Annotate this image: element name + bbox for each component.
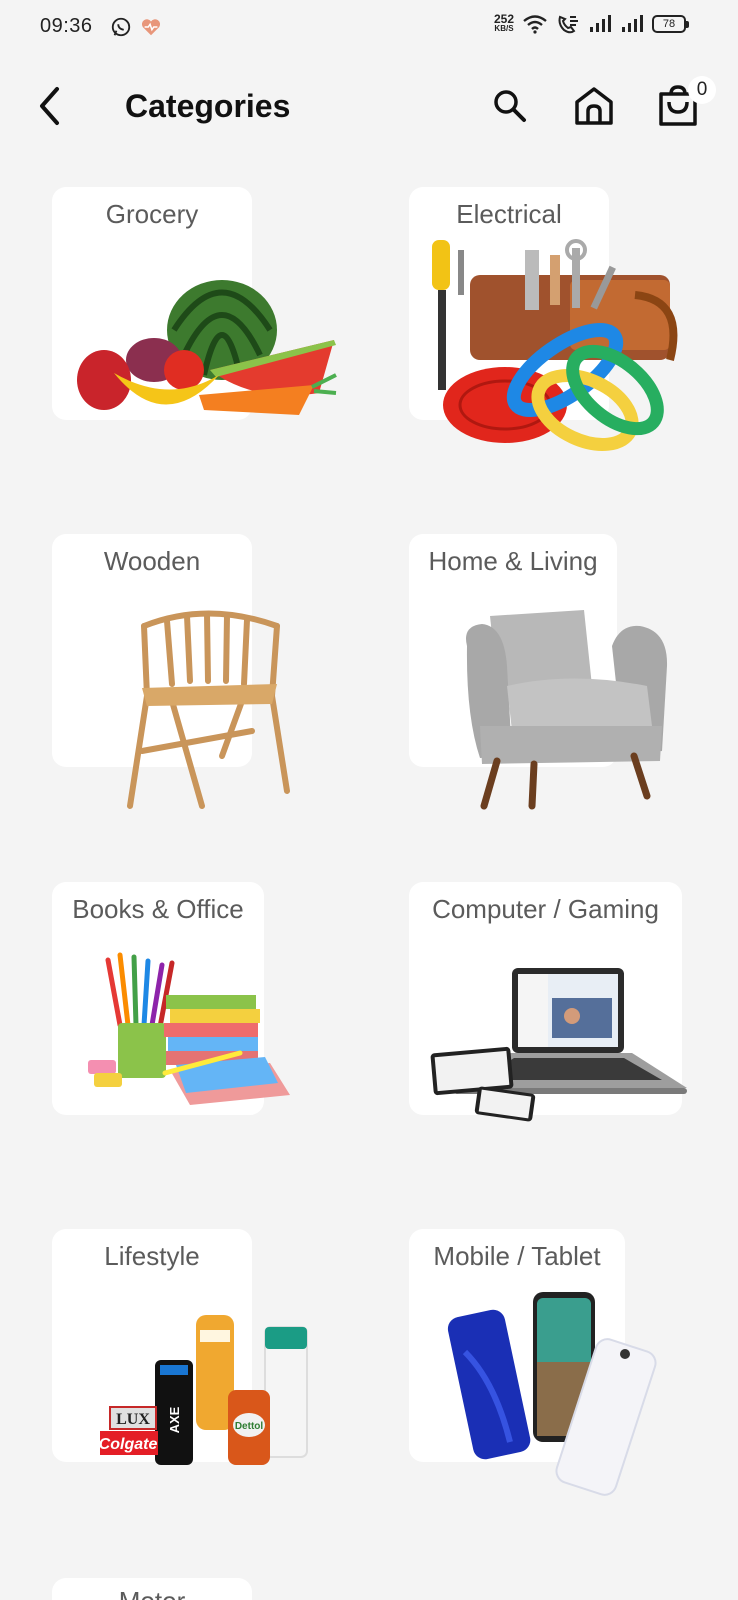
wooden-chair-image: [127, 610, 290, 809]
axe-text: AXE: [167, 1406, 182, 1433]
status-time: 09:36: [40, 15, 93, 37]
armchair-image: [466, 610, 668, 810]
signal-1-icon: [590, 15, 611, 32]
network-speed-value: 252: [493, 12, 514, 26]
battery-level: 78: [662, 18, 676, 30]
chevron-left-icon: [40, 87, 59, 125]
cart-count-badge: 0: [688, 76, 716, 104]
battery-indicator: 78: [652, 15, 689, 33]
home-button[interactable]: [570, 82, 618, 130]
whatsapp-icon: [111, 17, 131, 37]
category-card-motor[interactable]: Motor: [52, 1578, 252, 1600]
smartphones-image: [447, 1292, 657, 1496]
signal-2-icon: [622, 15, 643, 32]
health-heart-icon: [141, 19, 161, 36]
cart-button[interactable]: 0: [654, 76, 716, 130]
network-speed-unit: KB/S: [494, 24, 514, 33]
status-bar: 09:36 252 KB/S 78: [0, 0, 738, 56]
search-button[interactable]: [486, 82, 534, 130]
category-label: Electrical: [456, 199, 562, 229]
search-icon: [494, 90, 526, 122]
category-label: Lifestyle: [104, 1241, 200, 1271]
status-right-icons: 252 KB/S 78: [493, 12, 689, 34]
back-button[interactable]: [30, 84, 70, 128]
network-speed: 252 KB/S: [493, 12, 514, 34]
category-label: Books & Office: [72, 894, 244, 924]
lux-text: LUX: [116, 1411, 150, 1428]
electrical-tools-image: [432, 239, 678, 451]
laptop-devices-image: [430, 968, 687, 1122]
grocery-fruits-image: [77, 280, 337, 415]
home-icon: [575, 87, 613, 125]
category-label: Computer / Gaming: [432, 894, 659, 924]
wifi-icon: [523, 15, 547, 34]
category-label: Home & Living: [428, 546, 598, 576]
page-title: Categories: [125, 88, 291, 124]
lifestyle-products-image: AXE Dettol LUX Colgate: [99, 1315, 308, 1465]
category-label: Wooden: [103, 546, 201, 576]
category-label: Motor: [52, 1586, 252, 1600]
volte-call-icon: [558, 15, 578, 34]
dettol-text: Dettol: [235, 1421, 264, 1432]
books-stationery-image: [88, 952, 290, 1105]
category-label: Grocery: [105, 199, 199, 229]
app-header: Categories 0: [0, 70, 738, 142]
status-left-icons: [110, 16, 162, 38]
category-label: Mobile / Tablet: [433, 1241, 601, 1271]
colgate-text: Colgate: [99, 1436, 158, 1453]
